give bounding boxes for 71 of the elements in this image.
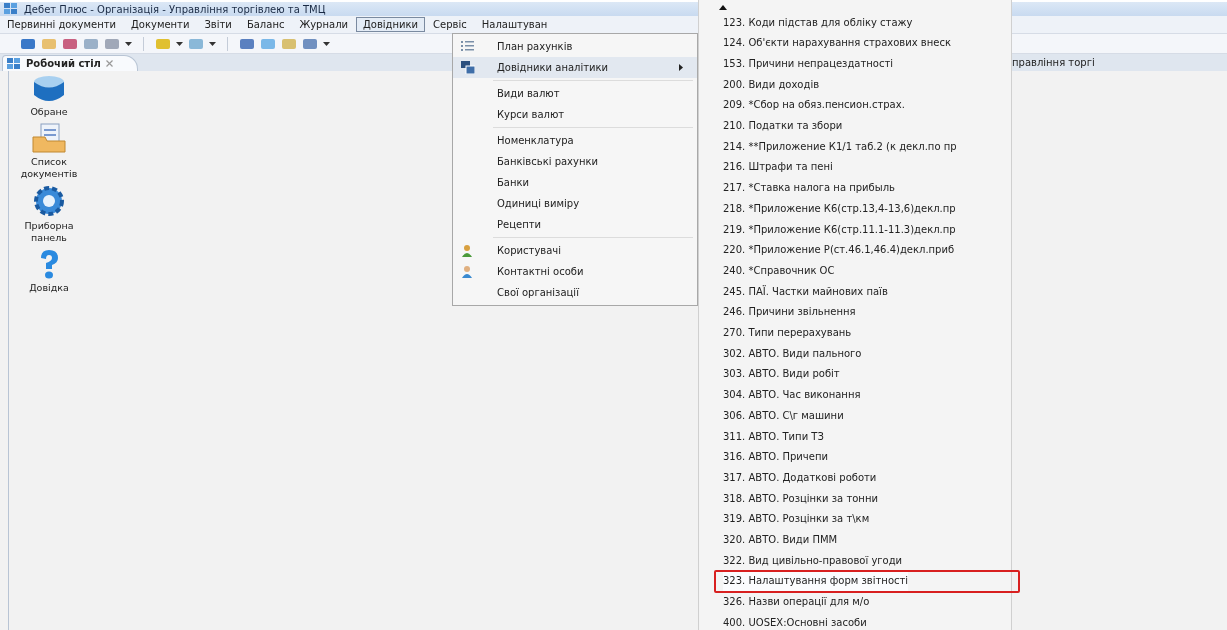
submenu-item[interactable]: 153. Причини непрацездатності bbox=[723, 53, 894, 74]
desktop-icon-label[interactable]: Довідка bbox=[16, 281, 82, 294]
menu-item[interactable]: Довідники аналітики bbox=[453, 57, 697, 78]
menu-item[interactable]: Звіти bbox=[197, 17, 239, 32]
submenu-item[interactable]: 270. Типи перерахувань bbox=[723, 322, 852, 343]
submenu-item[interactable]: 304. АВТО. Час виконання bbox=[723, 384, 861, 405]
submenu-item[interactable]: 240. *Справочник ОС bbox=[723, 260, 835, 281]
desktop-icon-label[interactable]: Приборна панель bbox=[16, 220, 82, 243]
desktop-icon-label[interactable]: Обране bbox=[16, 106, 82, 118]
menu-item[interactable]: Баланс bbox=[239, 17, 292, 32]
submenu-item[interactable]: 210. Податки та збори bbox=[723, 115, 843, 136]
submenu-item[interactable]: 123. Коди підстав для обліку стажу bbox=[723, 12, 913, 32]
submenu-item[interactable]: 216. Штрафи та пені bbox=[723, 156, 833, 177]
submenu-item[interactable]: 219. *Приложение К6(стр.11.1-11.3)декл.пр bbox=[723, 219, 956, 239]
menu-item[interactable]: Сервіс bbox=[426, 17, 474, 32]
menu-item[interactable]: Банківські рахунки bbox=[453, 151, 697, 172]
menu-item[interactable]: Банки bbox=[453, 172, 697, 193]
submenu-item[interactable]: 246. Причини звільнення bbox=[723, 301, 856, 322]
tab[interactable]: Робочий стіл bbox=[2, 55, 138, 71]
submenu-item[interactable]: 311. АВТО. Типи ТЗ bbox=[723, 426, 824, 446]
menu-item[interactable]: Користувачі bbox=[453, 240, 697, 261]
menu-item[interactable]: Контактні особи bbox=[453, 261, 697, 282]
menu-item[interactable]: Курси валют bbox=[453, 104, 697, 125]
submenu-item[interactable]: 316. АВТО. Причепи bbox=[723, 446, 828, 467]
submenu-item[interactable]: 322. Вид цивільно-правової угоди bbox=[723, 550, 903, 571]
app-logo-icon bbox=[7, 57, 21, 70]
submenu-item[interactable]: 326. Назви операції для м/о bbox=[723, 591, 870, 612]
windows-icon bbox=[461, 61, 475, 74]
submenu-item[interactable]: 209. *Сбор на обяз.пенсион.страх. bbox=[723, 94, 905, 115]
menu-item[interactable]: Свої організації bbox=[453, 282, 697, 303]
submenu-item[interactable]: 317. АВТО. Додаткові роботи bbox=[723, 467, 877, 488]
submenu-item[interactable]: 200. Види доходів bbox=[723, 74, 820, 95]
menu-item[interactable]: План рахунків bbox=[453, 36, 697, 57]
menu-item[interactable]: Журнали bbox=[292, 17, 355, 32]
menu-item[interactable]: Одиниці виміру bbox=[453, 193, 697, 214]
menu-item[interactable]: Довідники bbox=[356, 17, 426, 32]
menu-item[interactable]: Рецепти bbox=[453, 214, 697, 235]
documents-icon bbox=[32, 123, 66, 154]
submenu-item[interactable]: 318. АВТО. Розцінки за тонни bbox=[723, 488, 878, 509]
submenu-item[interactable]: 218. *Приложение К6(стр.13,4-13,6)декл.пр bbox=[723, 198, 956, 219]
app-logo-icon bbox=[4, 3, 18, 15]
caret-icon[interactable] bbox=[176, 41, 183, 46]
submenu-item[interactable]: 319. АВТО. Розцінки за т\км bbox=[723, 508, 870, 529]
menu-item[interactable]: Первинні документи bbox=[0, 17, 123, 32]
submenu-item[interactable]: 323. Налаштування форм звітності bbox=[723, 570, 909, 591]
desktop-icon-label[interactable]: Список документів bbox=[16, 156, 82, 180]
person-icon bbox=[461, 265, 473, 278]
caret-icon[interactable] bbox=[323, 41, 330, 46]
gear-icon bbox=[33, 185, 65, 218]
scroll-up-icon[interactable] bbox=[719, 5, 727, 10]
caret-icon[interactable] bbox=[209, 41, 216, 46]
close-icon[interactable] bbox=[105, 60, 113, 67]
submenu-item[interactable]: 124. Об'єкти нарахування страхових внеск bbox=[723, 32, 951, 53]
submenu-item[interactable]: 214. **Приложение К1/1 таб.2 (к декл.по пр bbox=[723, 136, 957, 157]
caret-icon[interactable] bbox=[125, 41, 132, 46]
menu-item[interactable]: Номенклатура bbox=[453, 130, 697, 151]
submenu-item[interactable]: 217. *Ставка налога на прибыль bbox=[723, 177, 895, 198]
submenu-item[interactable]: 220. *Приложение Р(ст.46.1,46.4)декл.приб bbox=[723, 239, 955, 260]
submenu-item[interactable]: 245. ПАЇ. Частки майнових паїв bbox=[723, 281, 888, 302]
submenu-item[interactable]: 302. АВТО. Види пального bbox=[723, 343, 862, 364]
submenu-item[interactable]: 306. АВТО. С\г машини bbox=[723, 405, 844, 426]
menu-item[interactable]: Види валют bbox=[453, 83, 697, 104]
menu-item[interactable]: Документи bbox=[124, 17, 197, 32]
submenu-item[interactable]: 400. UOSEX:Основні засоби bbox=[723, 612, 867, 630]
help-icon bbox=[38, 248, 60, 279]
user-icon bbox=[461, 244, 473, 257]
submenu-item[interactable]: 320. АВТО. Види ПММ bbox=[723, 529, 838, 550]
submenu-item[interactable]: 303. АВТО. Види робіт bbox=[723, 363, 840, 384]
menu-item[interactable]: Налаштуван bbox=[474, 17, 555, 32]
window-title: Дебет Плюс - Організація - Управління торгівлею та ТМЦ bbox=[24, 3, 326, 15]
perspective-label[interactable]: правління торгі bbox=[1012, 57, 1095, 68]
